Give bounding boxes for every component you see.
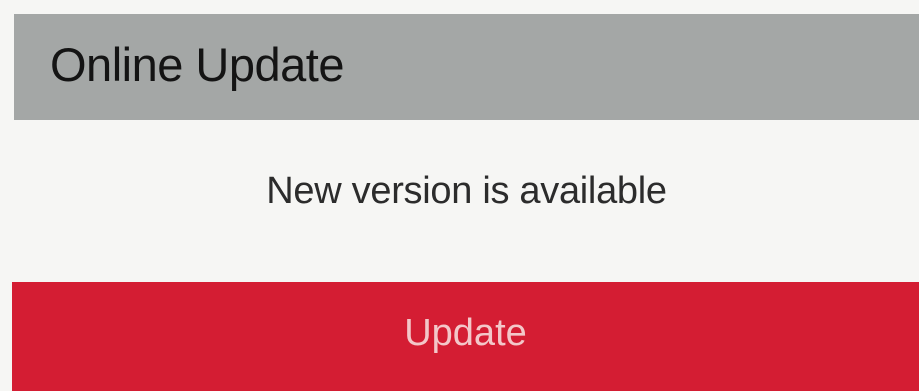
update-button-label: Update [404,312,527,354]
online-update-dialog: Online Update New version is available U… [0,0,919,391]
update-message: New version is available [266,170,667,212]
dialog-title-bar: Online Update [14,14,919,120]
update-button[interactable]: Update [12,282,919,391]
dialog-title: Online Update [50,37,344,91]
